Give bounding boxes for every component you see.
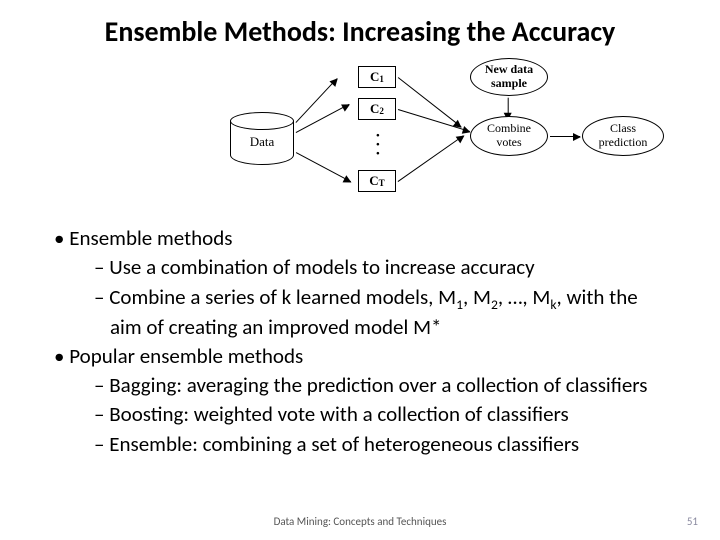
slide-title: Ensemble Methods: Increasing the Accurac… <box>0 14 720 49</box>
bullet-ensemble: Ensemble: combining a set of heterogeneo… <box>50 431 670 458</box>
bullet-use-combination: Use a combination of models to increase … <box>50 254 670 281</box>
bullet-boosting: Boosting: weighted vote with a collectio… <box>50 401 670 428</box>
new-data-label: New data sample <box>485 63 533 91</box>
classifier-c1: C1 <box>358 66 396 88</box>
arrow-ct-combine <box>398 135 464 182</box>
footer-text: Data Mining: Concepts and Techniques <box>0 515 720 528</box>
bullet-ensemble-methods: Ensemble methods <box>50 225 670 252</box>
bullet-popular-methods: Popular ensemble methods <box>50 343 670 370</box>
new-data-oval: New data sample <box>470 58 548 96</box>
arrow-data-c1 <box>295 78 337 123</box>
arrow-combine-pred <box>550 136 580 137</box>
class-prediction-oval: Class prediction <box>582 116 664 156</box>
bullet-list: Ensemble methods Use a combination of mo… <box>50 225 670 460</box>
ensemble-diagram: Data C1 C2 ··· CT New data sample Combin… <box>230 62 670 212</box>
page-number: 51 <box>687 515 698 528</box>
data-cylinder: Data <box>230 112 294 162</box>
bullet-bagging: Bagging: averaging the prediction over a… <box>50 372 670 399</box>
arrow-data-c2 <box>296 104 350 133</box>
prediction-label: Class prediction <box>599 122 648 150</box>
bullet-combine-series: Combine a series of k learned models, M1… <box>50 284 670 341</box>
vertical-dots: ··· <box>376 130 380 157</box>
arrow-data-ct <box>296 152 351 182</box>
classifier-c2: C2 <box>358 98 396 120</box>
combine-label: Combine votes <box>487 122 531 150</box>
data-label: Data <box>230 134 294 150</box>
combine-votes-oval: Combine votes <box>470 116 548 156</box>
classifier-ct: CT <box>358 170 396 192</box>
